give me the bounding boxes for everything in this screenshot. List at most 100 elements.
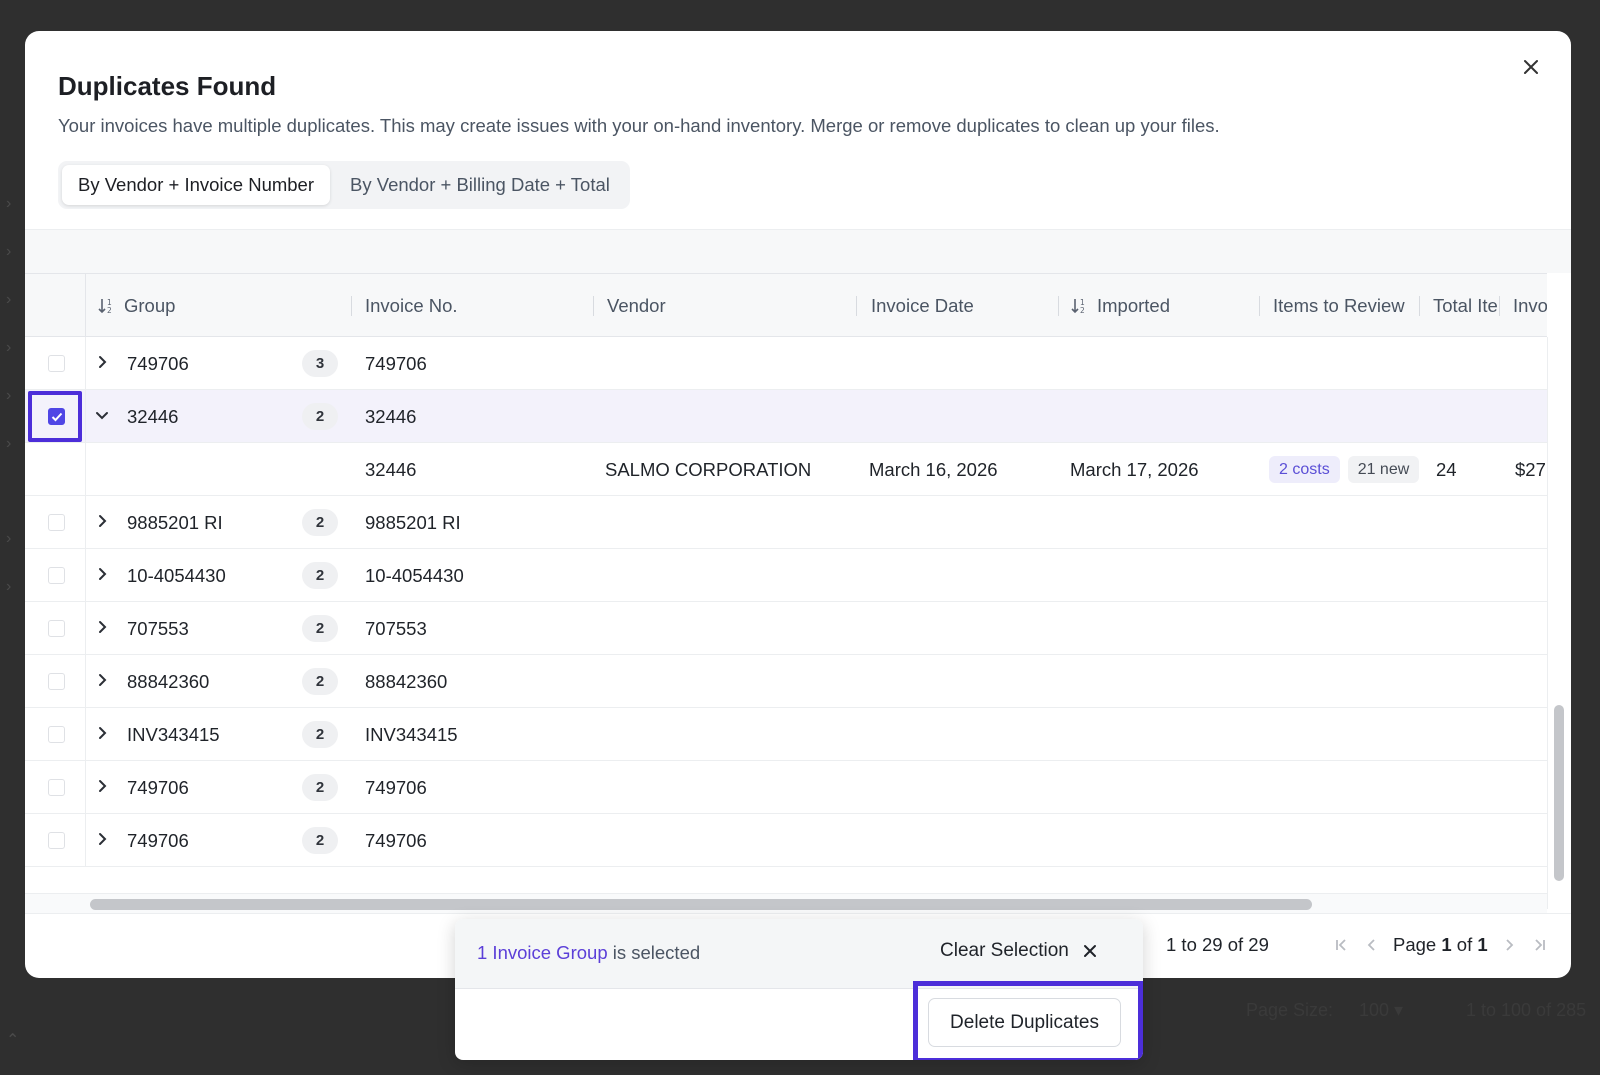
invoice-no-cell: 749706: [365, 352, 427, 374]
bg-page-size-label: Page Size:: [1246, 1000, 1334, 1020]
column-header-invoice-date[interactable]: Invoice Date: [871, 274, 1061, 338]
close-icon: [1083, 945, 1096, 957]
bg-page-size-value[interactable]: 100 ▾: [1359, 1000, 1403, 1021]
chevron-right-icon[interactable]: [95, 723, 109, 743]
bg-page-count: 1 to 100 of 285: [1466, 1000, 1587, 1020]
last-page-icon[interactable]: [1532, 935, 1548, 955]
group-cell: 749706: [127, 352, 189, 374]
table-row-selected[interactable]: 32446 2 32446: [25, 390, 1547, 443]
group-cell: 88842360: [127, 670, 210, 692]
modal-title: Duplicates Found: [58, 71, 277, 101]
count-badge: 2: [302, 562, 338, 589]
column-header-items-to-review[interactable]: Items to Review: [1273, 274, 1423, 338]
vendor-cell: SALMO CORPORATION: [605, 458, 812, 480]
grid-header: 12 Group Invoice No. Vendor Invoice Date…: [25, 273, 1547, 338]
table-row[interactable]: INV343415 2 INV343415: [25, 708, 1547, 761]
chevron-right-icon[interactable]: [95, 617, 109, 637]
table-row-child[interactable]: 32446 SALMO CORPORATION March 16, 2026 M…: [25, 443, 1547, 496]
vertical-scrollbar[interactable]: [1547, 337, 1571, 909]
checkbox-highlight: [28, 391, 82, 442]
row-checkbox[interactable]: [48, 567, 65, 584]
invoice-no-cell: 32446: [365, 458, 417, 480]
count-badge: 2: [302, 403, 338, 430]
invoice-date-cell: March 16, 2026: [869, 458, 998, 480]
duplicates-modal: Duplicates Found Your invoices have mult…: [25, 31, 1571, 978]
row-checkbox[interactable]: [48, 620, 65, 637]
column-header-invoice-total[interactable]: Invoic: [1513, 274, 1547, 338]
group-cell: 749706: [127, 829, 189, 851]
group-cell: 707553: [127, 617, 189, 639]
chevron-right-icon: ›: [6, 387, 12, 404]
new-items-badge[interactable]: 21 new: [1347, 456, 1420, 483]
column-header-imported[interactable]: 12 Imported: [1071, 274, 1261, 338]
table-row[interactable]: 749706 3 749706: [25, 337, 1547, 390]
table-row[interactable]: 749706 2 749706: [25, 761, 1547, 814]
next-page-icon[interactable]: [1502, 935, 1518, 955]
column-header-total-items[interactable]: Total Ite: [1433, 274, 1505, 338]
selection-summary: 1 Invoice Group is selected Clear Select…: [455, 919, 1143, 989]
chevron-right-icon[interactable]: [95, 670, 109, 690]
group-cell: 749706: [127, 776, 189, 798]
svg-text:2: 2: [1080, 306, 1085, 315]
invoice-no-cell: 707553: [365, 617, 427, 639]
invoice-no-cell: 10-4054430: [365, 564, 464, 586]
chevron-right-icon: ›: [6, 530, 12, 547]
close-button[interactable]: [1513, 49, 1549, 85]
previous-page-icon[interactable]: [1363, 935, 1379, 955]
chevron-right-icon[interactable]: [95, 352, 109, 372]
sort-icon: 12: [1071, 297, 1091, 315]
chevron-down-icon[interactable]: [95, 405, 109, 425]
table-row[interactable]: 707553 2 707553: [25, 602, 1547, 655]
invoice-no-cell: 9885201 RI: [365, 511, 461, 533]
row-count-summary: 1 to 29 of 29: [1166, 934, 1269, 955]
costs-badge[interactable]: 2 costs: [1269, 456, 1340, 483]
chevron-right-icon: ›: [6, 243, 12, 260]
chevron-right-icon: ›: [6, 291, 12, 308]
row-checkbox[interactable]: [48, 832, 65, 849]
horizontal-scrollbar-thumb[interactable]: [90, 899, 1312, 910]
chevron-right-icon[interactable]: [95, 829, 109, 849]
table-row[interactable]: 749706 2 749706: [25, 814, 1547, 867]
table-row[interactable]: 9885201 RI 2 9885201 RI: [25, 496, 1547, 549]
chevron-right-icon: ›: [6, 578, 12, 595]
group-cell: 10-4054430: [127, 564, 226, 586]
row-checkbox[interactable]: [48, 726, 65, 743]
row-checkbox[interactable]: [48, 779, 65, 796]
selection-text: 1 Invoice Group is selected: [477, 942, 701, 963]
row-checkbox[interactable]: [48, 514, 65, 531]
svg-text:2: 2: [107, 306, 112, 315]
invoice-no-cell: INV343415: [365, 723, 458, 745]
modal-description: Your invoices have multiple duplicates. …: [58, 115, 1220, 136]
grid-toolbar: [25, 229, 1571, 273]
group-cell: 32446: [127, 405, 179, 427]
horizontal-scrollbar[interactable]: [25, 893, 1547, 913]
chevron-right-icon[interactable]: [95, 564, 109, 584]
count-badge: 2: [302, 509, 338, 536]
grouping-tabs: By Vendor + Invoice Number By Vendor + B…: [58, 161, 630, 209]
count-badge: 2: [302, 721, 338, 748]
count-badge: 2: [302, 827, 338, 854]
chevron-right-icon[interactable]: [95, 776, 109, 796]
row-checkbox[interactable]: [48, 355, 65, 372]
column-header-group[interactable]: 12 Group: [98, 274, 368, 338]
tab-vendor-invoice-number[interactable]: By Vendor + Invoice Number: [62, 165, 331, 205]
clear-selection-button[interactable]: Clear Selection: [940, 940, 1097, 962]
column-header-invoice-no[interactable]: Invoice No.: [365, 274, 605, 338]
invoice-no-cell: 749706: [365, 776, 427, 798]
table-row[interactable]: 10-4054430 2 10-4054430: [25, 549, 1547, 602]
column-header-vendor[interactable]: Vendor: [607, 274, 867, 338]
selected-group-link[interactable]: 1 Invoice Group: [477, 942, 608, 963]
page-indicator: Page 1 of 1: [1393, 934, 1488, 955]
row-checkbox[interactable]: [48, 673, 65, 690]
first-page-icon[interactable]: [1333, 935, 1349, 955]
sort-toggle-icon: ⌃: [6, 1032, 20, 1049]
total-items-cell: 24: [1436, 458, 1457, 480]
count-badge: 3: [302, 350, 338, 377]
delete-duplicates-button[interactable]: Delete Duplicates: [928, 998, 1121, 1047]
count-badge: 2: [302, 615, 338, 642]
chevron-right-icon[interactable]: [95, 511, 109, 531]
tab-vendor-billing-date-total[interactable]: By Vendor + Billing Date + Total: [334, 165, 626, 205]
table-row[interactable]: 88842360 2 88842360: [25, 655, 1547, 708]
vertical-scrollbar-thumb[interactable]: [1554, 705, 1564, 881]
chevron-right-icon: ›: [6, 435, 12, 452]
